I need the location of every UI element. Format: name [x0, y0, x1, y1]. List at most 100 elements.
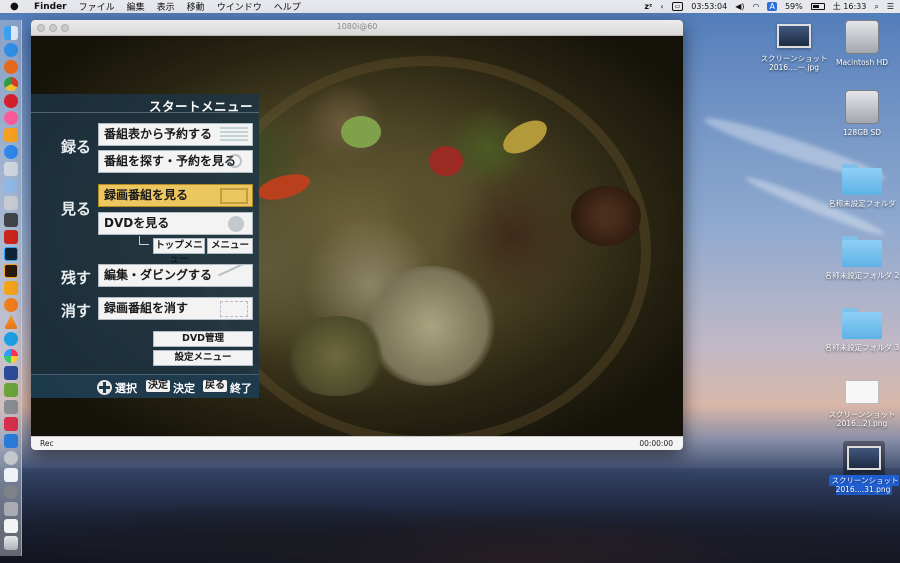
settings-menu-button[interactable]: 設定メニュー: [153, 350, 253, 366]
sleep-icon[interactable]: zᶻ: [644, 2, 652, 11]
input-method-icon[interactable]: A: [767, 2, 777, 11]
menu-go[interactable]: 移動: [187, 0, 205, 13]
screenshot-thumbnail-icon: [845, 380, 879, 404]
desktop-drive-macintosh-hd[interactable]: Macintosh HD: [820, 20, 900, 67]
opera-icon[interactable]: [4, 94, 18, 108]
app-store-icon[interactable]: [4, 145, 18, 159]
automator-icon[interactable]: [4, 502, 18, 516]
top-menu-button[interactable]: トップメニュー: [153, 238, 205, 265]
desktop-wallpaper-rocks: [0, 468, 900, 563]
menu-window[interactable]: ウインドウ: [217, 0, 262, 13]
mail-icon[interactable]: [4, 179, 18, 193]
illustrator-icon[interactable]: [4, 264, 18, 278]
dpad-icon: [97, 380, 112, 395]
desktop-folder-3[interactable]: 名称未設定フォルダ 3: [820, 308, 900, 352]
desktop-folder-1[interactable]: 名称未設定フォルダ: [820, 164, 900, 208]
dvd-manage-button[interactable]: DVD管理: [153, 331, 253, 347]
menu-app-finder[interactable]: Finder: [34, 2, 67, 12]
video-app-icon[interactable]: [4, 366, 18, 380]
chestnut-image: [571, 186, 641, 246]
watch-recorded-button[interactable]: 録画番組を見る: [98, 184, 253, 207]
desktop-file-screenshot-png-2[interactable]: スクリーンショット 2016...2).png: [820, 380, 900, 428]
volume-icon[interactable]: ◀): [735, 2, 744, 11]
finder-icon[interactable]: [4, 26, 18, 40]
minecraft-icon[interactable]: [4, 383, 18, 397]
timer-pill-icon[interactable]: ▭: [671, 2, 684, 11]
apple-menu-icon[interactable]: ●: [10, 1, 22, 12]
menu-footer: 選択 決定 決定 戻る 終了: [31, 374, 259, 398]
category-keep: 残す: [61, 269, 92, 287]
film-icon: [220, 188, 248, 204]
find-and-reserve-button[interactable]: 番組を探す・予約を見る: [98, 150, 253, 173]
video-frame: スタートメニュー 録る 番組表から予約する 番組を探す・予約を見る 見る 録画番…: [31, 36, 683, 436]
menu-button[interactable]: メニュー: [207, 238, 253, 254]
system-prefs-icon[interactable]: [4, 485, 18, 499]
orange-app-icon[interactable]: [4, 298, 18, 312]
photoshop-icon[interactable]: [4, 247, 18, 261]
desktop-icon-label: 名称未設定フォルダ 2: [824, 271, 900, 280]
desktop-icon-label: スクリーンショット 2016....31.png: [829, 475, 899, 495]
camera-app-icon[interactable]: [4, 213, 18, 227]
battery-icon[interactable]: [810, 3, 825, 10]
chrome-icon[interactable]: [4, 77, 18, 91]
button-label: DVDを見る: [104, 216, 170, 230]
scissors-icon: [217, 265, 251, 286]
acrobat-icon[interactable]: [4, 230, 18, 244]
spotlight-search-icon[interactable]: ⌕: [874, 2, 878, 12]
timecode: 00:00:00: [639, 439, 673, 448]
illustrator2-icon[interactable]: [4, 281, 18, 295]
photos-icon[interactable]: [4, 349, 18, 363]
notification-center-icon[interactable]: ☰: [887, 2, 894, 11]
nav-left-icon[interactable]: ‹: [660, 2, 663, 11]
desktop-icon-label: 128GB SD: [842, 128, 882, 137]
button-label: 録画番組を見る: [104, 188, 189, 202]
magnifier-icon: [228, 154, 242, 168]
rec-button[interactable]: Rec: [40, 439, 54, 448]
skype-icon[interactable]: [4, 332, 18, 346]
menu-clock-timer[interactable]: 03:53:04: [691, 2, 727, 11]
delete-recorded-button[interactable]: 録画番組を消す: [98, 297, 253, 320]
desktop-icon-label: 名称未設定フォルダ 3: [824, 343, 900, 352]
network-icon[interactable]: [4, 434, 18, 448]
menu-datetime[interactable]: 土 16:33: [833, 1, 867, 12]
player-status-bar: Rec 00:00:00: [31, 436, 683, 450]
desktop-drive-sd[interactable]: 128GB SD: [820, 90, 900, 137]
safari-icon[interactable]: [4, 43, 18, 57]
messages-icon[interactable]: [4, 162, 18, 176]
textedit-icon[interactable]: [4, 468, 18, 482]
watch-dvd-button[interactable]: DVDを見る: [98, 212, 253, 235]
menu-help[interactable]: ヘルプ: [274, 0, 301, 13]
wifi-icon[interactable]: ◠: [752, 2, 759, 11]
ibooks-icon[interactable]: [4, 128, 18, 142]
trash-icon[interactable]: [4, 536, 18, 550]
menu-edit[interactable]: 編集: [127, 0, 145, 13]
button-label: 録画番組を消す: [104, 301, 189, 315]
desktop-file-screenshot-png-selected[interactable]: スクリーンショット 2016....31.png: [822, 446, 900, 495]
enter-key-icon: 決定: [146, 380, 170, 392]
battery-percent[interactable]: 59%: [785, 2, 803, 11]
reserve-from-guide-button[interactable]: 番組表から予約する: [98, 123, 253, 146]
back-key-icon: 戻る: [203, 380, 227, 392]
erase-icon: [220, 301, 248, 317]
utility-icon[interactable]: [4, 400, 18, 414]
dvd-player-icon[interactable]: [4, 451, 18, 465]
window-titlebar[interactable]: 1080i@60: [31, 20, 683, 36]
menu-view[interactable]: 表示: [157, 0, 175, 13]
recorder-icon[interactable]: [4, 417, 18, 431]
edit-dub-button[interactable]: 編集・ダビングする: [98, 264, 253, 287]
vlc-icon[interactable]: [4, 315, 18, 329]
category-record: 録る: [61, 138, 92, 156]
apple-image: [429, 146, 463, 176]
footer-select: 選択: [115, 382, 137, 395]
screenshot-thumbnail-icon: [777, 24, 811, 48]
sd-card-drive-icon: [845, 90, 879, 124]
preview-icon[interactable]: [4, 196, 18, 210]
itunes-icon[interactable]: [4, 111, 18, 125]
hard-drive-icon: [845, 20, 879, 54]
video-player-window: 1080i@60 スタートメニュー 録る 番組表から予約する 番組を探す・予約を…: [31, 20, 683, 450]
desktop-folder-2[interactable]: 名称未設定フォルダ 2: [820, 236, 900, 280]
vegetable-image: [341, 116, 381, 148]
firefox-icon[interactable]: [4, 60, 18, 74]
menu-file[interactable]: ファイル: [79, 0, 115, 13]
document-icon[interactable]: [4, 519, 18, 533]
